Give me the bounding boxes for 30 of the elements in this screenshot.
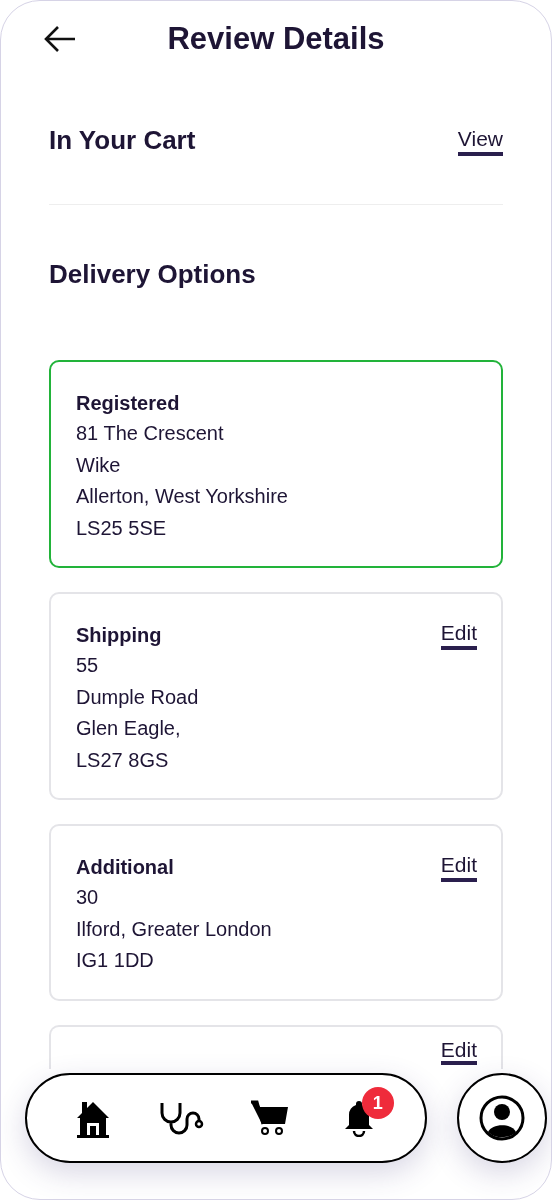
delivery-option-card[interactable]: Registered 81 The Crescent Wike Allerton, West Yorkshire LS25 5SE — [49, 360, 503, 568]
address-line: Allerton, West Yorkshire — [76, 484, 288, 509]
address-line: IG1 1DD — [76, 948, 155, 973]
edit-link[interactable]: Edit — [440, 620, 477, 650]
address-line: 30 — [76, 885, 100, 910]
address-line: 55 — [76, 653, 100, 678]
option-name: Additional — [76, 855, 175, 880]
section-title: Delivery Options — [49, 258, 257, 291]
delivery-option-card[interactable]: Edit — [49, 1024, 503, 1069]
page-title: Review Details — [167, 19, 385, 58]
address-line: 81 The Crescent — [76, 421, 225, 446]
address-line: LS25 5SE — [76, 515, 168, 541]
notification-badge: 1 — [361, 1087, 394, 1119]
stethoscope-icon[interactable] — [158, 1101, 205, 1135]
cart-icon[interactable] — [250, 1100, 291, 1136]
edit-link[interactable]: Edit — [440, 1038, 477, 1065]
option-name: Shipping — [76, 623, 163, 648]
address-line: Wike — [76, 452, 122, 478]
address-line: LS27 8GS — [76, 747, 170, 773]
back-arrow-icon[interactable] — [44, 25, 76, 53]
option-name: Registered — [76, 391, 181, 416]
address-line: Ilford, Greater London — [76, 916, 272, 942]
user-avatar-icon — [479, 1095, 525, 1141]
view-link[interactable]: View — [457, 125, 503, 156]
delivery-option-card[interactable]: Additional 30 Ilford, Greater London IG1 1DD Edit — [49, 824, 503, 1001]
edit-link[interactable]: Edit — [440, 852, 477, 882]
address-line: Glen Eagle, — [76, 716, 182, 741]
section-title: In Your Cart — [49, 124, 196, 157]
address-line: Dumple Road — [76, 684, 199, 710]
delivery-option-card[interactable]: Shipping 55 Dumple Road Glen Eagle, LS27 8GS Edit — [49, 592, 503, 800]
